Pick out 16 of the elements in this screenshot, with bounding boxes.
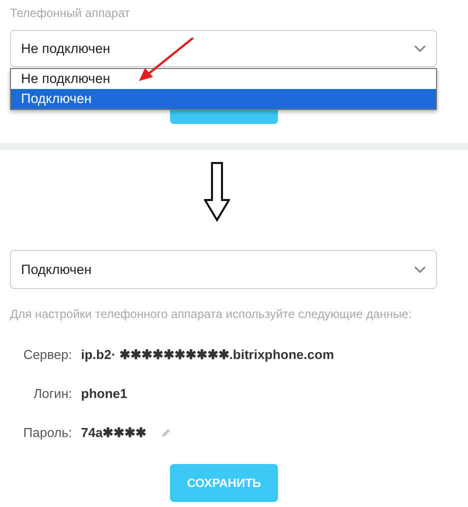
- field-label: Логин:: [32, 386, 72, 401]
- chevron-down-icon: [414, 266, 426, 274]
- pencil-icon[interactable]: [160, 428, 171, 438]
- dropdown-option[interactable]: Подключен: [11, 89, 436, 109]
- hint-text: Для настройки телефонного аппарата используйте следующие данные:: [10, 307, 413, 321]
- field-value: 74a✱✱✱✱: [81, 425, 147, 440]
- chevron-down-icon: [414, 44, 426, 52]
- field-value: ip.b2· ✱✱✱✱✱✱✱✱✱✱.bitrixphone.com: [81, 347, 334, 362]
- field-label: Пароль:: [22, 425, 72, 440]
- down-arrow-icon: [204, 162, 230, 222]
- field-label: Телефонный аппарат: [10, 6, 131, 22]
- field-value: phone1: [81, 386, 128, 401]
- phone-select[interactable]: Не подключен: [10, 30, 437, 67]
- phone-select[interactable]: Подключен: [10, 250, 437, 289]
- field-label: Сервер:: [22, 347, 72, 362]
- dropdown-option[interactable]: Не подключен: [11, 69, 436, 89]
